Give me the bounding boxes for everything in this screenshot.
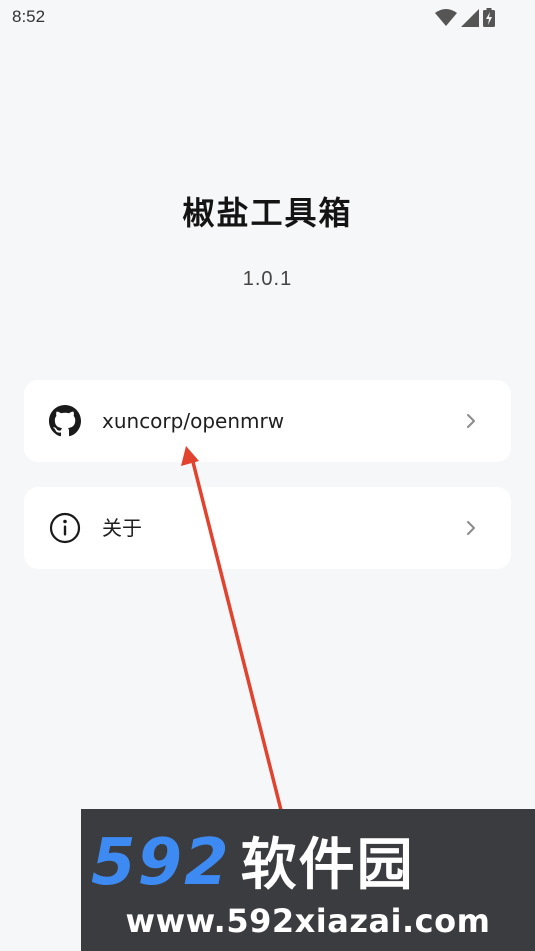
watermark-digits: 592 — [91, 826, 231, 900]
github-repo-item[interactable]: xuncorp/openmrw — [24, 380, 511, 462]
watermark-logo: 592 软件园 — [91, 831, 415, 895]
github-icon — [48, 404, 82, 438]
app-version: 1.0.1 — [242, 268, 293, 290]
chevron-right-icon — [461, 518, 481, 538]
watermark: 592 软件园 www.592xiazai.com — [81, 809, 535, 951]
status-time: 8:52 — [12, 7, 46, 26]
battery-charging-icon — [483, 8, 495, 31]
info-icon — [48, 511, 82, 545]
chevron-right-icon — [461, 411, 481, 431]
wifi-icon — [435, 8, 457, 31]
about-label: 关于 — [102, 516, 142, 540]
about-item[interactable]: 关于 — [24, 487, 511, 569]
watermark-brand: 软件园 — [240, 833, 415, 898]
watermark-url: www.592xiazai.com — [125, 902, 491, 940]
signal-icon — [461, 8, 479, 31]
app-title: 椒盐工具箱 — [182, 194, 353, 232]
status-bar: 8:52 — [0, 0, 535, 36]
github-repo-label: xuncorp/openmrw — [102, 409, 285, 433]
status-icons — [435, 8, 495, 31]
